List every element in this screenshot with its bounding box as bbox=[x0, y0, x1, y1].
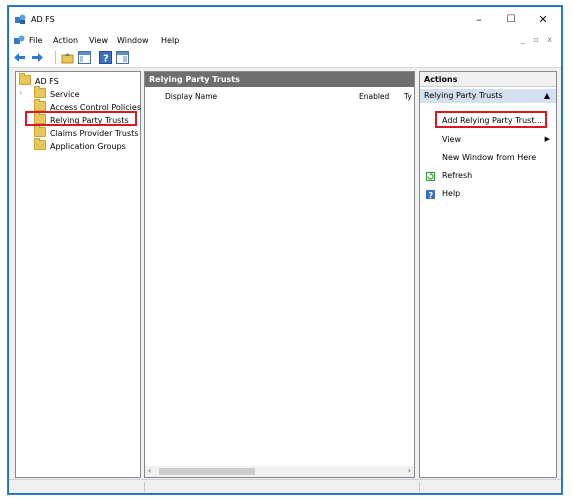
column-display-name[interactable]: Display Name bbox=[165, 92, 217, 101]
relying-party-trusts-highlight bbox=[25, 111, 137, 126]
menu-action[interactable]: Action bbox=[53, 36, 78, 45]
add-relying-party-trust-highlight bbox=[435, 111, 547, 128]
tree-item-label: Application Groups bbox=[50, 142, 126, 151]
folder-icon bbox=[34, 99, 46, 111]
toolbar: ? bbox=[9, 48, 561, 68]
help-icon[interactable]: ? bbox=[99, 51, 112, 64]
actions-section-relying-party-trusts[interactable]: Relying Party Trusts ▲ bbox=[420, 89, 556, 103]
scroll-right-icon[interactable]: › bbox=[408, 466, 411, 475]
window-title: AD FS bbox=[31, 15, 55, 24]
tree-item-application-groups[interactable]: Application Groups bbox=[34, 138, 126, 151]
close-button[interactable]: ✕ bbox=[529, 12, 557, 28]
folder-icon bbox=[34, 125, 46, 137]
expand-arrow-icon[interactable]: › bbox=[19, 88, 22, 97]
up-folder-icon[interactable] bbox=[61, 51, 74, 64]
action-view[interactable]: View bbox=[442, 135, 461, 144]
forward-icon[interactable] bbox=[31, 51, 44, 64]
results-pane: Relying Party Trusts Display Name Enable… bbox=[144, 71, 415, 478]
menu-help[interactable]: Help bbox=[161, 36, 179, 45]
action-help[interactable]: Help bbox=[442, 189, 460, 198]
help-icon: ? bbox=[426, 190, 435, 199]
refresh-icon bbox=[426, 172, 435, 181]
status-bar bbox=[9, 479, 561, 493]
adfs-app-icon bbox=[15, 14, 26, 24]
submenu-arrow-icon: ▶ bbox=[544, 135, 550, 143]
console-icon bbox=[14, 35, 25, 44]
svg-text:?: ? bbox=[103, 54, 109, 65]
actions-pane: Actions Relying Party Trusts ▲ Add Relyi… bbox=[419, 71, 557, 478]
status-divider bbox=[419, 482, 420, 492]
actions-pane-title: Actions bbox=[420, 72, 556, 87]
mdi-child-controls[interactable]: _ ▫ x bbox=[521, 35, 555, 44]
menu-view[interactable]: View bbox=[89, 36, 108, 45]
folder-icon bbox=[19, 73, 31, 85]
folder-icon bbox=[34, 86, 46, 98]
action-refresh[interactable]: Refresh bbox=[442, 171, 472, 180]
column-type[interactable]: Ty bbox=[404, 92, 412, 101]
console-tree: AD FS › Service Access Control Policies … bbox=[15, 71, 141, 478]
status-divider bbox=[144, 482, 145, 492]
toolbar-separator bbox=[55, 51, 56, 64]
back-icon[interactable] bbox=[13, 51, 26, 64]
menu-bar: File Action View Window Help _ ▫ x bbox=[9, 32, 561, 48]
show-hide-action-pane-icon[interactable] bbox=[116, 51, 129, 64]
maximize-button[interactable]: ☐ bbox=[497, 12, 525, 28]
show-hide-tree-icon[interactable] bbox=[78, 51, 91, 64]
folder-icon bbox=[34, 138, 46, 150]
results-pane-title: Relying Party Trusts bbox=[145, 72, 414, 87]
horizontal-scrollbar[interactable]: ‹ › bbox=[145, 466, 414, 477]
tree-item-service[interactable]: › Service bbox=[16, 86, 140, 99]
scroll-thumb[interactable] bbox=[159, 468, 255, 475]
tree-item-claims-provider-trusts[interactable]: Claims Provider Trusts bbox=[34, 125, 139, 138]
action-new-window-from-here[interactable]: New Window from Here bbox=[442, 153, 536, 162]
adfs-window: AD FS – ☐ ✕ File Action View Window Help… bbox=[8, 6, 562, 494]
tree-item-label: Service bbox=[50, 90, 80, 99]
svg-text:?: ? bbox=[429, 191, 434, 199]
menu-file[interactable]: File bbox=[29, 36, 42, 45]
title-bar: AD FS – ☐ ✕ bbox=[9, 7, 561, 32]
column-enabled[interactable]: Enabled bbox=[359, 92, 389, 101]
minimize-button[interactable]: – bbox=[465, 12, 493, 28]
menu-window[interactable]: Window bbox=[117, 36, 149, 45]
tree-item-adfs[interactable]: AD FS bbox=[19, 73, 59, 86]
tree-item-label: Claims Provider Trusts bbox=[50, 129, 139, 138]
tree-item-label: AD FS bbox=[35, 77, 59, 86]
actions-section-label: Relying Party Trusts bbox=[424, 91, 503, 100]
collapse-icon[interactable]: ▲ bbox=[544, 89, 550, 103]
scroll-left-icon[interactable]: ‹ bbox=[148, 466, 151, 475]
